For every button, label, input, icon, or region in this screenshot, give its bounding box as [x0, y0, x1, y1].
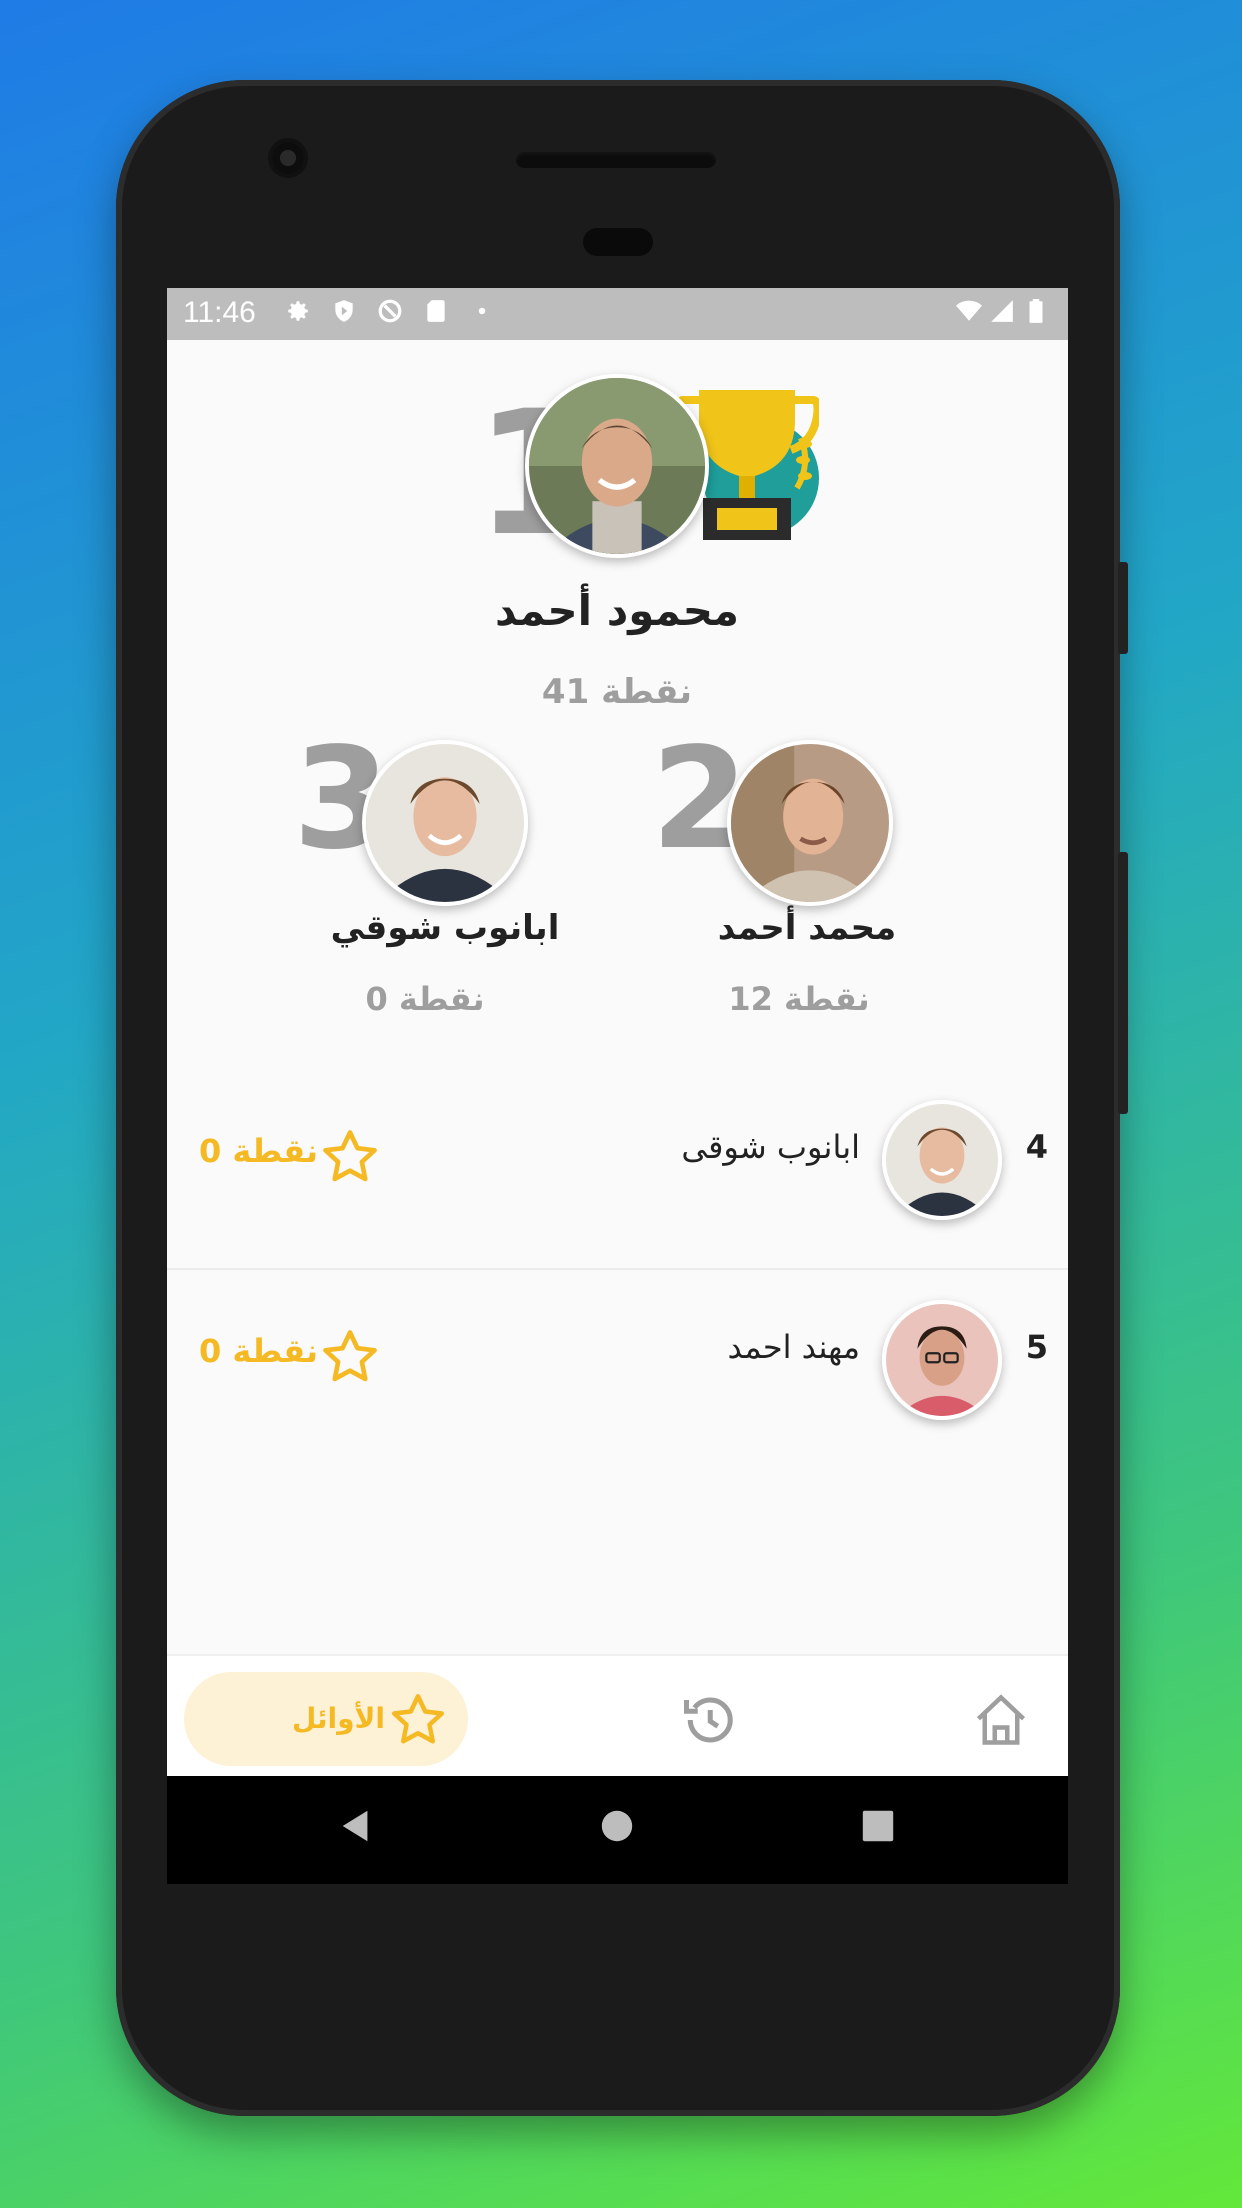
bottom-nav: الأوائل [167, 1654, 1068, 1778]
avatar-third[interactable] [362, 740, 528, 906]
star-icon [323, 1130, 377, 1182]
player-points: 0 نقطة [199, 1332, 319, 1370]
nav-leaders-tab[interactable]: الأوائل [184, 1672, 468, 1766]
app-screen: 11:46 محمود أحمد 41 نقطة 3 ابانوب شوقي 0… [167, 288, 1068, 1884]
list-item[interactable]: 5 مهند احمد 0 نقطة [167, 1248, 1068, 1448]
rank-number: 4 [1025, 1128, 1048, 1166]
winner-name: محمود أحمد [494, 586, 740, 635]
volume-button [1118, 562, 1128, 654]
avatar[interactable] [882, 1300, 1002, 1420]
player-name: مهند احمد [727, 1328, 860, 1366]
dot-icon [478, 307, 486, 315]
player-points: 0 نقطة [199, 1132, 319, 1170]
nav-leaders-label: الأوائل [292, 1702, 385, 1735]
proximity-sensor [583, 228, 653, 256]
avatar[interactable] [882, 1100, 1002, 1220]
status-bar: 11:46 [167, 288, 1068, 340]
player-name: ابانوب شوقى [681, 1128, 860, 1166]
shield-icon [335, 300, 353, 322]
earpiece-speaker [516, 152, 716, 168]
avatar-second[interactable] [727, 740, 893, 906]
front-camera [272, 142, 304, 174]
star-icon [392, 1694, 444, 1744]
third-place-points: 0 نقطة [365, 980, 485, 1018]
home-circle-icon[interactable] [598, 1806, 636, 1846]
leaderboard-content: 1 محمود أحمد 41 نقطة 3 [167, 340, 1068, 1654]
status-time: 11:46 [183, 296, 256, 329]
wifi-icon [956, 300, 982, 321]
back-icon[interactable] [337, 1806, 375, 1846]
list-item[interactable]: 4 ابانوب شوقى 0 نقطة [167, 1048, 1068, 1248]
battery-icon [1029, 299, 1043, 323]
second-place-name: محمد أحمد [717, 908, 897, 948]
star-icon [323, 1330, 377, 1382]
signal-icon [991, 300, 1013, 322]
sd-card-icon [427, 300, 445, 322]
data-saver-icon [378, 299, 402, 323]
winner-points: 41 نقطة [541, 672, 693, 712]
third-place-name: ابانوب شوقي [330, 908, 560, 948]
power-button [1118, 852, 1128, 1114]
history-icon[interactable] [679, 1690, 739, 1750]
recents-icon[interactable] [859, 1806, 897, 1846]
avatar-first[interactable] [525, 374, 709, 558]
home-icon[interactable] [971, 1690, 1031, 1750]
rank-number: 5 [1025, 1328, 1048, 1366]
second-place-points: 12 نقطة [728, 980, 870, 1018]
system-nav-bar [167, 1776, 1068, 1884]
gear-icon [288, 301, 308, 321]
